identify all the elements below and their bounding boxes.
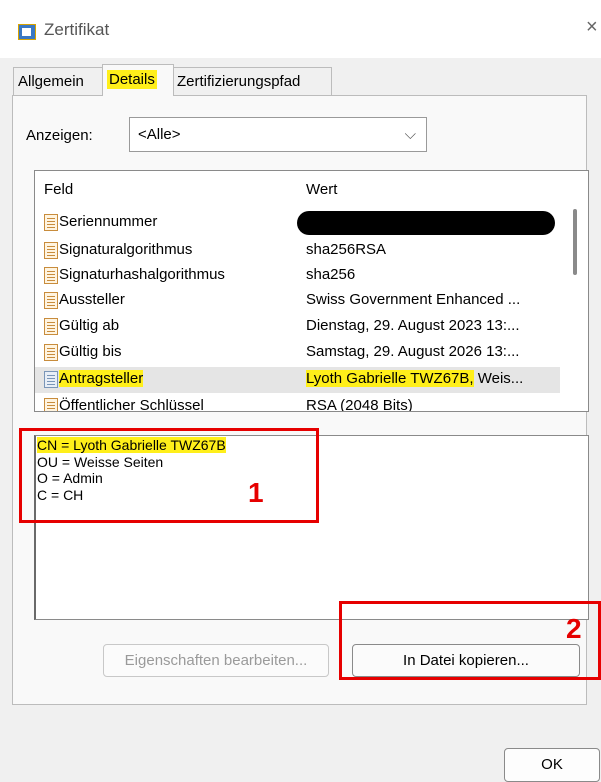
show-select[interactable]: <Alle> ⌵: [129, 117, 427, 152]
title-bar: Zertifikat ×: [0, 0, 601, 58]
field-icon: [44, 371, 58, 388]
field-name: Gültig bis: [59, 343, 122, 360]
annotation-box-2: [339, 601, 601, 680]
field-value: sha256: [306, 266, 356, 283]
field-icon: [44, 267, 58, 284]
ok-button[interactable]: OK: [504, 748, 600, 782]
field-value: Swiss Government Enhanced ...: [306, 291, 521, 308]
field-value: sha256RSA: [306, 241, 387, 258]
field-value: RSA (2048 Bits): [306, 397, 413, 412]
list-item-selected[interactable]: Antragsteller Lyoth Gabrielle TWZ67B, We…: [35, 367, 560, 393]
show-select-value: <Alle>: [138, 126, 181, 143]
field-icon: [44, 344, 58, 361]
field-icon: [44, 292, 58, 309]
field-icon: [44, 242, 58, 259]
list-scrollbar[interactable]: [573, 209, 577, 275]
list-item[interactable]: Gültig ab Dienstag, 29. August 2023 13:.…: [35, 316, 560, 338]
field-icon: [44, 214, 58, 231]
window-title: Zertifikat: [44, 20, 110, 39]
list-item[interactable]: Gültig bis Samstag, 29. August 2026 13:.…: [35, 342, 560, 364]
field-name: Signaturalgorithmus: [59, 241, 193, 258]
field-name: Öffentlicher Schlüssel: [59, 397, 204, 412]
field-value: Lyoth Gabrielle TWZ67B, Weis...: [306, 370, 523, 387]
field-name: Seriennummer: [59, 213, 158, 230]
close-icon[interactable]: ×: [586, 16, 598, 39]
tab-allgemein[interactable]: Allgemein: [13, 67, 105, 95]
field-name: Antragsteller: [59, 370, 144, 387]
tab-details-label: Details: [107, 70, 157, 89]
column-header-value[interactable]: Wert: [306, 181, 337, 198]
tab-details[interactable]: Details: [102, 64, 174, 96]
certificate-icon: [18, 24, 36, 40]
column-header-field[interactable]: Feld: [44, 181, 73, 198]
list-item[interactable]: Signaturhashalgorithmus sha256: [35, 265, 560, 287]
edit-properties-button[interactable]: Eigenschaften bearbeiten...: [103, 644, 329, 677]
field-list[interactable]: Feld Wert Seriennummer Signaturalgorithm…: [34, 170, 589, 412]
show-label: Anzeigen:: [26, 127, 93, 144]
field-value: Dienstag, 29. August 2023 13:...: [306, 317, 520, 334]
field-name: Aussteller: [59, 291, 125, 308]
list-item[interactable]: Aussteller Swiss Government Enhanced ...: [35, 290, 560, 312]
annotation-number-1: 1: [248, 477, 264, 508]
field-name: Signaturhashalgorithmus: [59, 266, 225, 283]
redacted-value: [297, 211, 555, 235]
annotation-number-2: 2: [566, 613, 582, 644]
field-name: Gültig ab: [59, 317, 120, 334]
list-item[interactable]: Öffentlicher Schlüssel RSA (2048 Bits): [35, 396, 560, 412]
chevron-down-icon: ⌵: [404, 126, 416, 143]
field-value: Samstag, 29. August 2026 13:...: [306, 343, 520, 360]
tab-zertifizierungspfad[interactable]: Zertifizierungspfad: [172, 67, 332, 95]
field-icon: [44, 318, 58, 335]
list-item[interactable]: Signaturalgorithmus sha256RSA: [35, 240, 560, 262]
annotation-box-1: [19, 428, 319, 523]
field-value-rest: Weis...: [473, 370, 524, 387]
field-value-highlight: Lyoth Gabrielle TWZ67B,: [306, 370, 474, 387]
field-icon: [44, 398, 58, 411]
